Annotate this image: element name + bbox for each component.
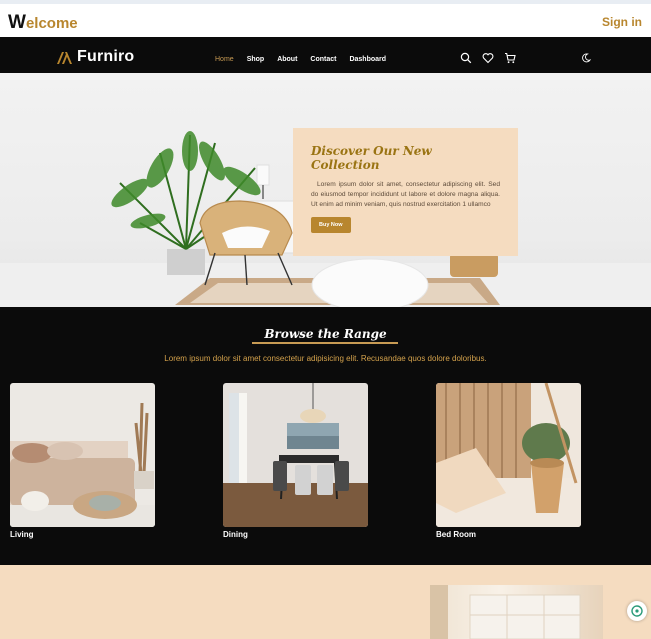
bedroom-image [436,383,581,527]
browse-subtitle: Lorem ipsum dolor sit amet consectetur a… [164,354,487,363]
welcome-heading: Welcome [8,12,78,34]
moon-icon[interactable] [581,53,591,63]
nav-icons [460,52,516,64]
range-label-dining: Dining [223,530,248,539]
nav-menu: Home Shop About Contact Dashboard [215,56,399,63]
brand-logo[interactable]: Furniro [56,48,134,66]
search-icon[interactable] [460,52,472,64]
brand-name: Furniro [77,48,135,65]
logo-mark-icon [57,51,72,64]
welcome-first-letter: W [8,12,26,33]
range-card-dining[interactable]: Dining [223,383,368,539]
hero-title: Discover Our New Collection [311,144,432,172]
buy-now-button[interactable]: Buy Now [311,217,351,233]
hero-promo-card: Discover Our New Collection Lorem ipsum … [293,128,518,256]
browse-range-section: Browse the Range Lorem ipsum dolor sit a… [0,307,651,565]
browse-title: Browse the Range [264,327,387,341]
assistant-icon [631,605,643,617]
assistant-button[interactable] [627,601,647,621]
sign-in-link[interactable]: Sign in [602,15,642,29]
nav-home[interactable]: Home [215,56,234,63]
range-card-living[interactable]: Living [10,383,155,539]
nav-dashboard[interactable]: Dashboard [349,56,386,63]
inspiration-image [430,585,603,639]
range-label-living: Living [10,530,34,539]
nav-shop[interactable]: Shop [247,56,265,63]
heart-icon[interactable] [482,52,494,64]
nav-contact[interactable]: Contact [310,56,336,63]
main-navbar: Furniro Home Shop About Contact Dashboar… [0,37,651,73]
welcome-bar: Welcome Sign in [0,0,651,37]
cart-icon[interactable] [504,52,516,64]
hero-description: Lorem ipsum dolor sit amet, consectetur … [311,181,500,208]
range-label-bedroom: Bed Room [436,530,476,539]
hero-section: Discover Our New Collection Lorem ipsum … [0,73,651,307]
browse-title-underline [252,342,398,344]
range-card-bedroom[interactable]: Bed Room [436,383,581,539]
living-room-image [10,383,155,527]
nav-about[interactable]: About [277,56,297,63]
dining-room-image [223,383,368,527]
inspiration-section [0,565,651,639]
welcome-rest: elcome [25,15,78,32]
